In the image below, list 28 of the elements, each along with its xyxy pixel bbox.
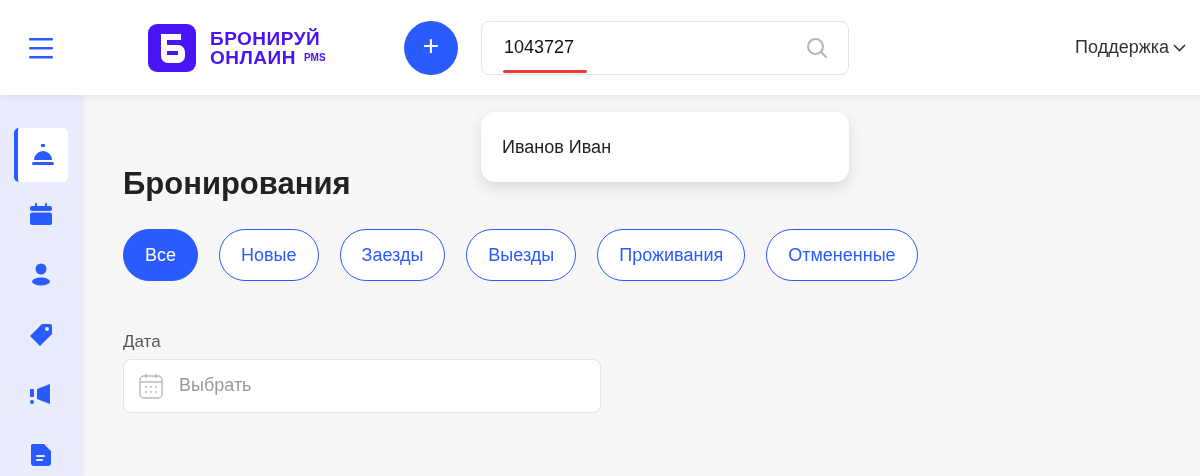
filter-tab[interactable]: Проживания bbox=[597, 229, 746, 282]
bell-icon bbox=[31, 143, 55, 167]
date-label: Дата bbox=[123, 331, 161, 354]
filter-tab[interactable]: Заезды bbox=[339, 229, 446, 282]
search-field[interactable]: 1043727 bbox=[481, 20, 849, 75]
calendar-icon bbox=[29, 203, 53, 227]
tag-icon bbox=[29, 323, 53, 347]
filter-tab[interactable]: Все bbox=[123, 229, 199, 282]
search-result[interactable]: Иванов Иван bbox=[481, 112, 849, 182]
logo-text: ОНЛАИН bbox=[210, 47, 296, 67]
calendar-icon bbox=[139, 372, 163, 399]
support-menu[interactable]: Поддержка bbox=[1075, 34, 1186, 61]
sidebar-item[interactable] bbox=[14, 128, 68, 182]
document-icon bbox=[29, 443, 53, 467]
menu-icon[interactable] bbox=[29, 36, 53, 59]
megaphone-icon bbox=[29, 383, 53, 407]
chevron-down-icon bbox=[1173, 43, 1186, 52]
date-field[interactable]: Выбрать bbox=[123, 358, 601, 413]
logo-text: БРОНИРУЙ bbox=[210, 28, 322, 48]
logo-icon bbox=[148, 23, 196, 72]
filter-tab[interactable]: Выезды bbox=[466, 229, 577, 282]
filter-tab[interactable]: Отмененные bbox=[766, 229, 918, 282]
filter-tab[interactable]: Новые bbox=[219, 229, 319, 282]
search-input[interactable]: 1043727 bbox=[502, 33, 752, 62]
page-title: Бронирования bbox=[123, 165, 352, 203]
person-icon bbox=[29, 263, 53, 287]
add-button[interactable]: + bbox=[404, 20, 458, 75]
logo-suffix: PMS bbox=[303, 50, 326, 65]
